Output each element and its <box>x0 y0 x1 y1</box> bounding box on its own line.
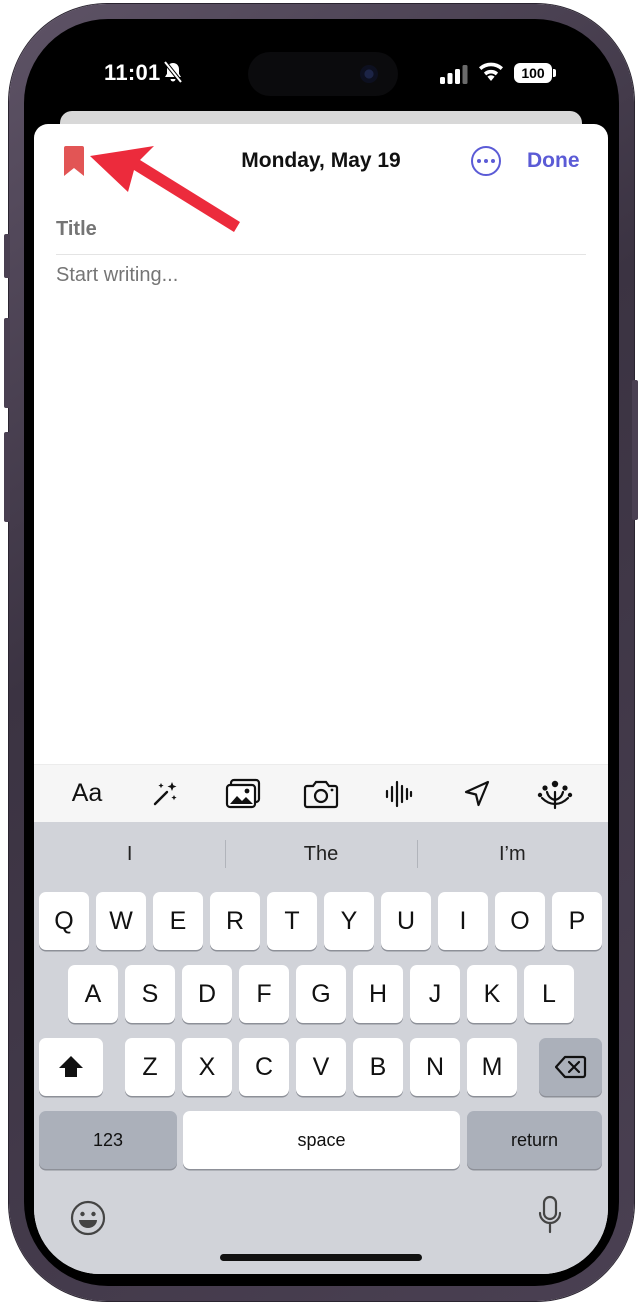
state-of-mind-button[interactable] <box>535 774 575 814</box>
key-g[interactable]: G <box>296 965 346 1023</box>
shift-key[interactable] <box>39 1038 103 1096</box>
key-row-3: Z X C V B N M <box>34 1038 608 1096</box>
writing-suggestions-button[interactable] <box>145 774 185 814</box>
key-f[interactable]: F <box>239 965 289 1023</box>
space-key[interactable]: space <box>183 1111 460 1169</box>
key-k[interactable]: K <box>467 965 517 1023</box>
keyboard: I The I’m Q W E R T Y U I O P A S D F G … <box>34 822 608 1274</box>
battery-tip <box>553 69 556 77</box>
dynamic-island <box>248 52 398 96</box>
key-l[interactable]: L <box>524 965 574 1023</box>
magic-wand-icon <box>153 781 177 805</box>
predictive-text-bar: I The I’m <box>34 834 608 874</box>
key-w[interactable]: W <box>96 892 146 950</box>
title-divider <box>56 254 586 255</box>
more-dot <box>484 159 488 163</box>
key-row-4: 123 space return <box>34 1111 608 1169</box>
location-button[interactable] <box>457 774 497 814</box>
status-time: 11:01 <box>104 60 161 85</box>
key-a[interactable]: A <box>68 965 118 1023</box>
suggestion-item[interactable]: The <box>225 834 416 874</box>
journal-entry-sheet: Monday, May 19 Done Aa <box>34 124 608 1274</box>
key-n[interactable]: N <box>410 1038 460 1096</box>
wifi-icon <box>479 62 503 81</box>
photo-library-button[interactable] <box>223 774 263 814</box>
key-row-2: A S D F G H J K L <box>34 965 608 1023</box>
key-d[interactable]: D <box>182 965 232 1023</box>
key-o[interactable]: O <box>495 892 545 950</box>
key-r[interactable]: R <box>210 892 260 950</box>
key-u[interactable]: U <box>381 892 431 950</box>
key-z[interactable]: Z <box>125 1038 175 1096</box>
entry-date: Monday, May 19 <box>241 149 401 172</box>
shift-arrow-icon <box>59 1056 83 1077</box>
silent-bell-icon <box>163 60 183 84</box>
volume-up-button <box>4 318 10 408</box>
battery-indicator: 100 <box>514 63 552 83</box>
front-camera <box>360 65 378 83</box>
body-input[interactable] <box>56 264 586 287</box>
state-of-mind-icon <box>537 780 573 809</box>
key-x[interactable]: X <box>182 1038 232 1096</box>
text-format-button[interactable]: Aa <box>67 774 107 814</box>
action-button <box>4 234 10 278</box>
key-q[interactable]: Q <box>39 892 89 950</box>
key-j[interactable]: J <box>410 965 460 1023</box>
key-h[interactable]: H <box>353 965 403 1023</box>
key-row-1: Q W E R T Y U I O P <box>34 892 608 950</box>
volume-down-button <box>4 432 10 522</box>
delete-backward-icon <box>554 1055 586 1079</box>
return-key[interactable]: return <box>467 1111 602 1169</box>
home-indicator <box>220 1254 422 1261</box>
emoji-icon[interactable] <box>70 1200 106 1236</box>
audio-recording-button[interactable] <box>379 774 419 814</box>
cellular-signal-icon <box>440 65 468 84</box>
more-options-button[interactable] <box>471 146 501 176</box>
photos-icon <box>225 778 261 808</box>
suggestion-item[interactable]: I <box>34 834 225 874</box>
camera-button[interactable] <box>301 774 341 814</box>
key-y[interactable]: Y <box>324 892 374 950</box>
key-v[interactable]: V <box>296 1038 346 1096</box>
key-b[interactable]: B <box>353 1038 403 1096</box>
key-t[interactable]: T <box>267 892 317 950</box>
numbers-key[interactable]: 123 <box>39 1111 177 1169</box>
key-c[interactable]: C <box>239 1038 289 1096</box>
microphone-icon[interactable] <box>538 1195 562 1235</box>
waveform-icon <box>385 780 413 807</box>
location-arrow-icon <box>464 780 490 806</box>
suggestion-item[interactable]: I’m <box>416 834 608 874</box>
key-s[interactable]: S <box>125 965 175 1023</box>
delete-key[interactable] <box>539 1038 602 1096</box>
title-input[interactable] <box>56 218 586 241</box>
screen: 11:01 100 Monday, May 19 Done Title Star… <box>34 34 608 1274</box>
key-i[interactable]: I <box>438 892 488 950</box>
done-button[interactable]: Done <box>527 149 580 173</box>
editor-toolbar: Aa <box>34 764 608 822</box>
key-e[interactable]: E <box>153 892 203 950</box>
key-m[interactable]: M <box>467 1038 517 1096</box>
power-button <box>632 380 638 520</box>
key-p[interactable]: P <box>552 892 602 950</box>
more-dot <box>477 159 481 163</box>
camera-icon <box>303 780 339 808</box>
more-dot <box>491 159 495 163</box>
